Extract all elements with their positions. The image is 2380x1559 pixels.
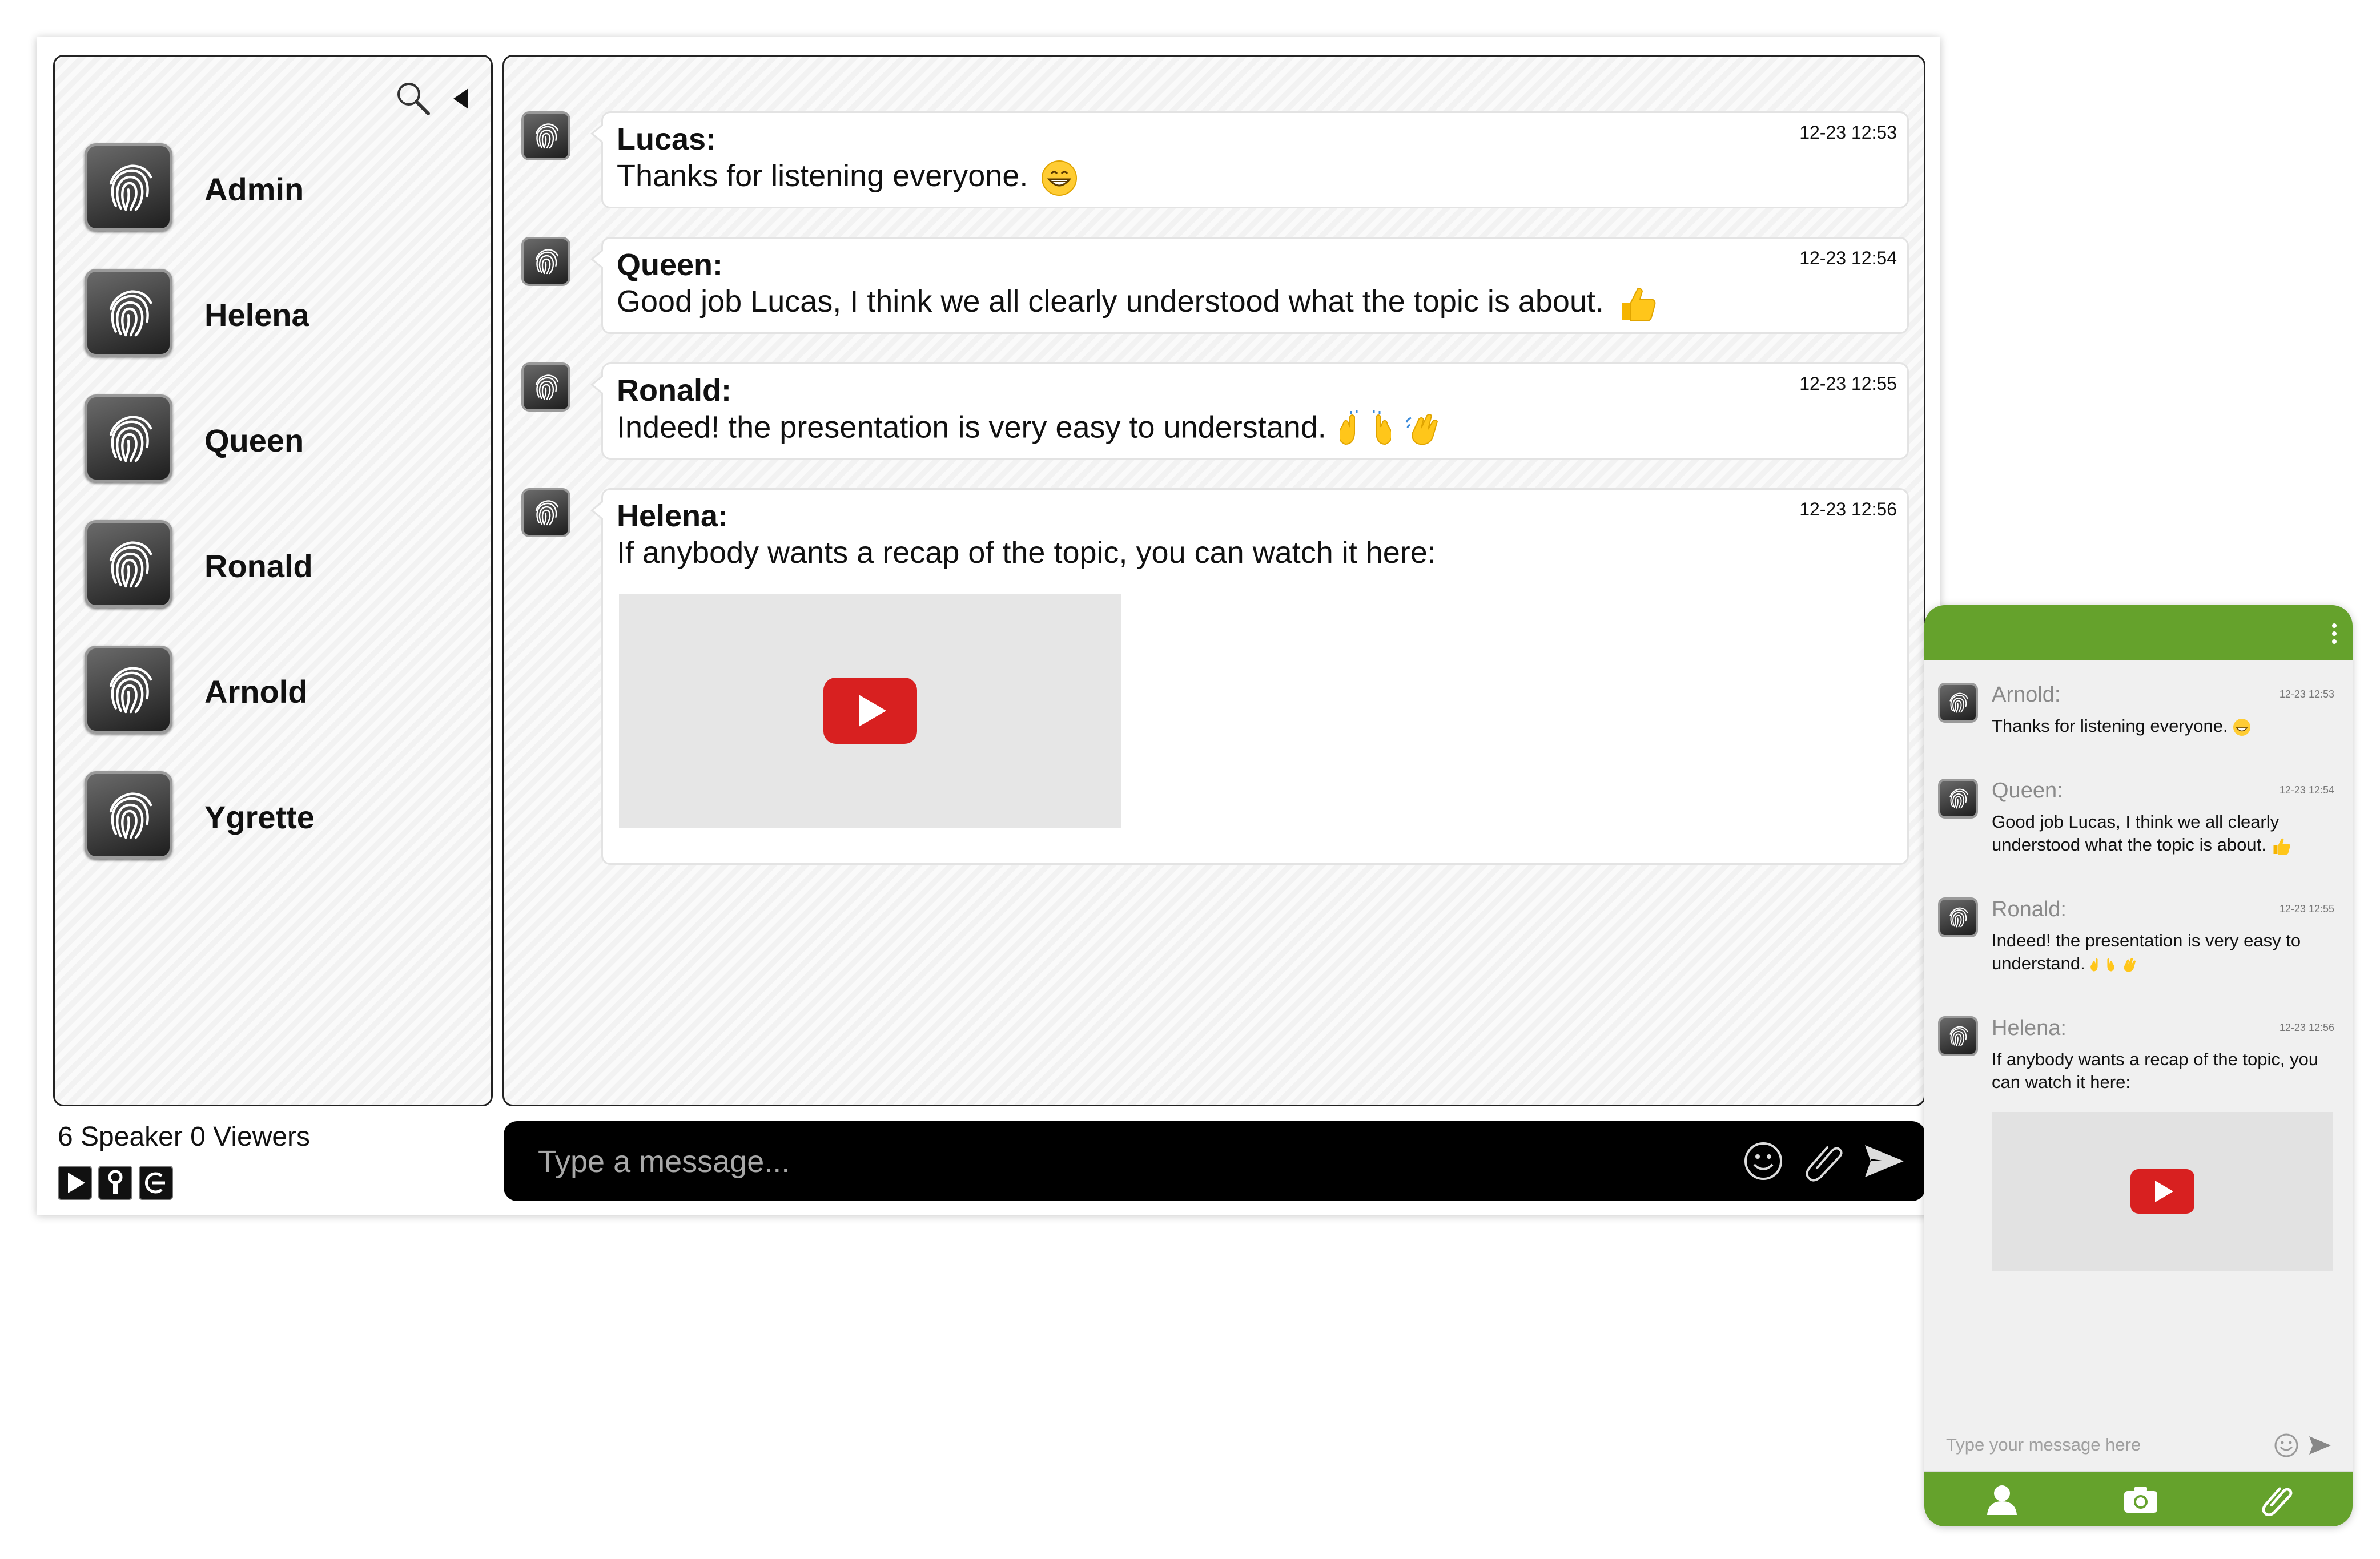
raising-hands-icon (2090, 958, 2115, 972)
fingerprint-avatar-icon (1938, 779, 1978, 819)
attach-icon[interactable] (1806, 1141, 1846, 1182)
fingerprint-avatar-icon (521, 362, 570, 412)
message-time: 12-23 12:54 (1799, 248, 1897, 268)
chat-panel: Lucas: Thanks for listening everyone. 12… (502, 55, 1925, 1106)
message-input[interactable] (537, 1138, 1624, 1185)
user-name: Ronald (204, 548, 313, 584)
wrench-icon[interactable] (98, 1166, 132, 1200)
youtube-play-icon[interactable] (823, 678, 917, 744)
play-icon[interactable] (58, 1166, 92, 1200)
message-text: Good job Lucas, I think we all clearly u… (1992, 812, 2280, 855)
user-icon[interactable] (1986, 1484, 2018, 1515)
send-icon[interactable] (2308, 1434, 2332, 1457)
waving-hand-icon (1405, 414, 1438, 445)
user-sidebar: Admin Helena Queen Ronald Arnold Ygrette (53, 55, 493, 1106)
fingerprint-avatar-icon (85, 646, 172, 734)
user-name: Helena (204, 297, 309, 333)
message-time: 12-23 12:56 (1799, 499, 1897, 519)
fingerprint-avatar-icon (1938, 897, 1978, 937)
user-list-item[interactable]: Helena (85, 269, 473, 360)
emoji-icon[interactable] (2274, 1433, 2299, 1458)
message-author: Queen: (617, 248, 723, 282)
mobile-chat-message: Queen: 12-23 12:54 Good job Lucas, I thi… (1938, 779, 2338, 870)
message-body: Good job Lucas, I think we all clearly u… (1992, 811, 2334, 856)
message-text: Indeed! the presentation is very easy to… (1992, 930, 2301, 973)
message-time: 12-23 12:56 (2279, 1022, 2334, 1033)
youtube-play-icon[interactable] (2130, 1169, 2194, 1214)
user-name: Ygrette (204, 799, 315, 835)
more-vertical-icon[interactable] (2331, 622, 2338, 645)
message-bubble: Helena: If anybody wants a recap of the … (590, 488, 1909, 865)
search-icon[interactable] (394, 79, 433, 118)
user-list-item[interactable]: Ygrette (85, 771, 473, 863)
attach-icon[interactable] (2262, 1483, 2294, 1516)
mobile-header (1924, 605, 2353, 660)
message-author: Queen: (1992, 779, 2063, 803)
message-body: Indeed! the presentation is very easy to… (617, 409, 1893, 450)
fingerprint-avatar-icon (85, 771, 172, 859)
camera-icon[interactable] (2123, 1485, 2158, 1514)
message-bubble: Lucas: Thanks for listening everyone. 12… (590, 111, 1909, 208)
message-time: 12-23 12:54 (2279, 784, 2334, 796)
message-time: 12-23 12:53 (2279, 688, 2334, 700)
fingerprint-avatar-icon (521, 488, 570, 537)
message-bubble: Queen: Good job Lucas, I think we all cl… (590, 237, 1909, 334)
grinning-face-icon (2233, 718, 2251, 736)
mobile-chat-window: Arnold: 12-23 12:53 Thanks for listening… (1924, 605, 2353, 1526)
mobile-chat-message: Arnold: 12-23 12:53 Thanks for listening… (1938, 683, 2338, 757)
fingerprint-avatar-icon (85, 143, 172, 231)
message-body: Indeed! the presentation is very easy to… (1992, 929, 2334, 975)
emoji-icon[interactable] (1743, 1141, 1784, 1182)
message-author: Helena: (617, 499, 729, 533)
fingerprint-avatar-icon (1938, 683, 1978, 723)
fingerprint-avatar-icon (85, 520, 172, 608)
message-text: Thanks for listening everyone. (1992, 716, 2228, 736)
video-thumbnail[interactable] (619, 594, 1121, 828)
fingerprint-avatar-icon (1938, 1016, 1978, 1056)
fingerprint-avatar-icon (85, 269, 172, 357)
message-body: Good job Lucas, I think we all clearly u… (617, 283, 1893, 322)
message-time: 12-23 12:55 (2279, 903, 2334, 915)
send-icon[interactable] (1863, 1142, 1906, 1181)
message-body: Thanks for listening everyone. (617, 158, 1893, 196)
user-list-item[interactable]: Arnold (85, 646, 473, 737)
fingerprint-avatar-icon (521, 237, 570, 286)
video-thumbnail[interactable] (1992, 1112, 2333, 1271)
message-author: Ronald: (617, 373, 731, 408)
waving-hand-icon (2124, 957, 2136, 972)
user-name: Queen (204, 422, 304, 458)
message-text: Good job Lucas, I think we all clearly u… (617, 284, 1605, 319)
message-text: Indeed! the presentation is very easy to… (617, 410, 1326, 445)
message-body: Thanks for listening everyone. (1992, 715, 2334, 738)
fingerprint-avatar-icon (85, 394, 172, 482)
mobile-toolbar (1924, 1472, 2353, 1526)
thumbs-up-icon (2273, 838, 2291, 855)
mobile-chat-message: Ronald: 12-23 12:55 Indeed! the presenta… (1938, 897, 2338, 989)
message-author: Arnold: (1992, 683, 2061, 707)
speaker-viewer-count: 6 Speaker 0 Viewers (58, 1122, 311, 1152)
logout-icon[interactable] (139, 1166, 173, 1200)
message-text: If anybody wants a recap of the topic, y… (617, 535, 1436, 570)
thumbs-up-icon (1622, 288, 1656, 321)
user-list-item[interactable]: Ronald (85, 520, 473, 611)
raising-hands-icon (1339, 410, 1391, 445)
message-author: Helena: (1992, 1016, 2067, 1040)
user-name: Arnold (204, 674, 308, 710)
message-author: Ronald: (1992, 897, 2067, 921)
user-list-item[interactable]: Queen (85, 394, 473, 486)
message-time: 12-23 12:55 (1799, 373, 1897, 394)
message-time: 12-23 12:53 (1799, 122, 1897, 143)
message-composer (504, 1121, 1925, 1201)
collapse-left-icon[interactable] (451, 86, 471, 111)
message-bubble: Ronald: Indeed! the presentation is very… (590, 362, 1909, 460)
message-author: Lucas: (617, 122, 717, 156)
mobile-message-input[interactable] (1945, 1427, 2267, 1463)
grinning-face-icon (1042, 160, 1078, 196)
user-list-item[interactable]: Admin (85, 143, 473, 235)
fingerprint-avatar-icon (521, 111, 570, 160)
user-name: Admin (204, 171, 304, 207)
message-text: Thanks for listening everyone. (617, 159, 1028, 193)
mobile-chat-message: Helena: 12-23 12:56 If anybody wants a r… (1938, 1016, 2338, 1313)
message-text: If anybody wants a recap of the topic, y… (1992, 1049, 2319, 1092)
